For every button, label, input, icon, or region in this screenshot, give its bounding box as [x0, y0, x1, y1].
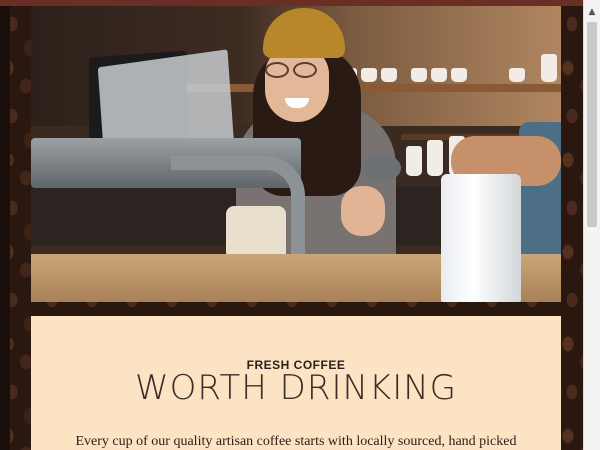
cup-image [381, 68, 397, 82]
hero-image [31, 6, 561, 302]
vertical-scrollbar[interactable]: ▲ [583, 0, 600, 450]
page-edge [0, 6, 10, 450]
section-title: WORTH DRINKING [134, 368, 458, 408]
portafilter-image [361, 154, 401, 182]
page-background: FRESH COFFEE WORTH DRINKING Every cup of… [0, 6, 583, 450]
scrollbar-thumb[interactable] [587, 22, 597, 227]
cup-image [411, 68, 427, 82]
cup-image [361, 68, 377, 82]
glasses-image [265, 62, 323, 78]
barista-hand-image [341, 186, 385, 236]
cup-image [451, 68, 467, 82]
cup-image [541, 54, 557, 82]
triangle-up-icon[interactable]: ▲ [584, 6, 600, 18]
cup-image [427, 140, 443, 176]
about-card: FRESH COFFEE WORTH DRINKING Every cup of… [31, 316, 561, 450]
section-body-text: Every cup of our quality artisan coffee … [75, 434, 517, 449]
cup-image [406, 146, 422, 176]
cup-image [509, 68, 525, 82]
paper-cups-image [441, 174, 521, 302]
cup-image [431, 68, 447, 82]
